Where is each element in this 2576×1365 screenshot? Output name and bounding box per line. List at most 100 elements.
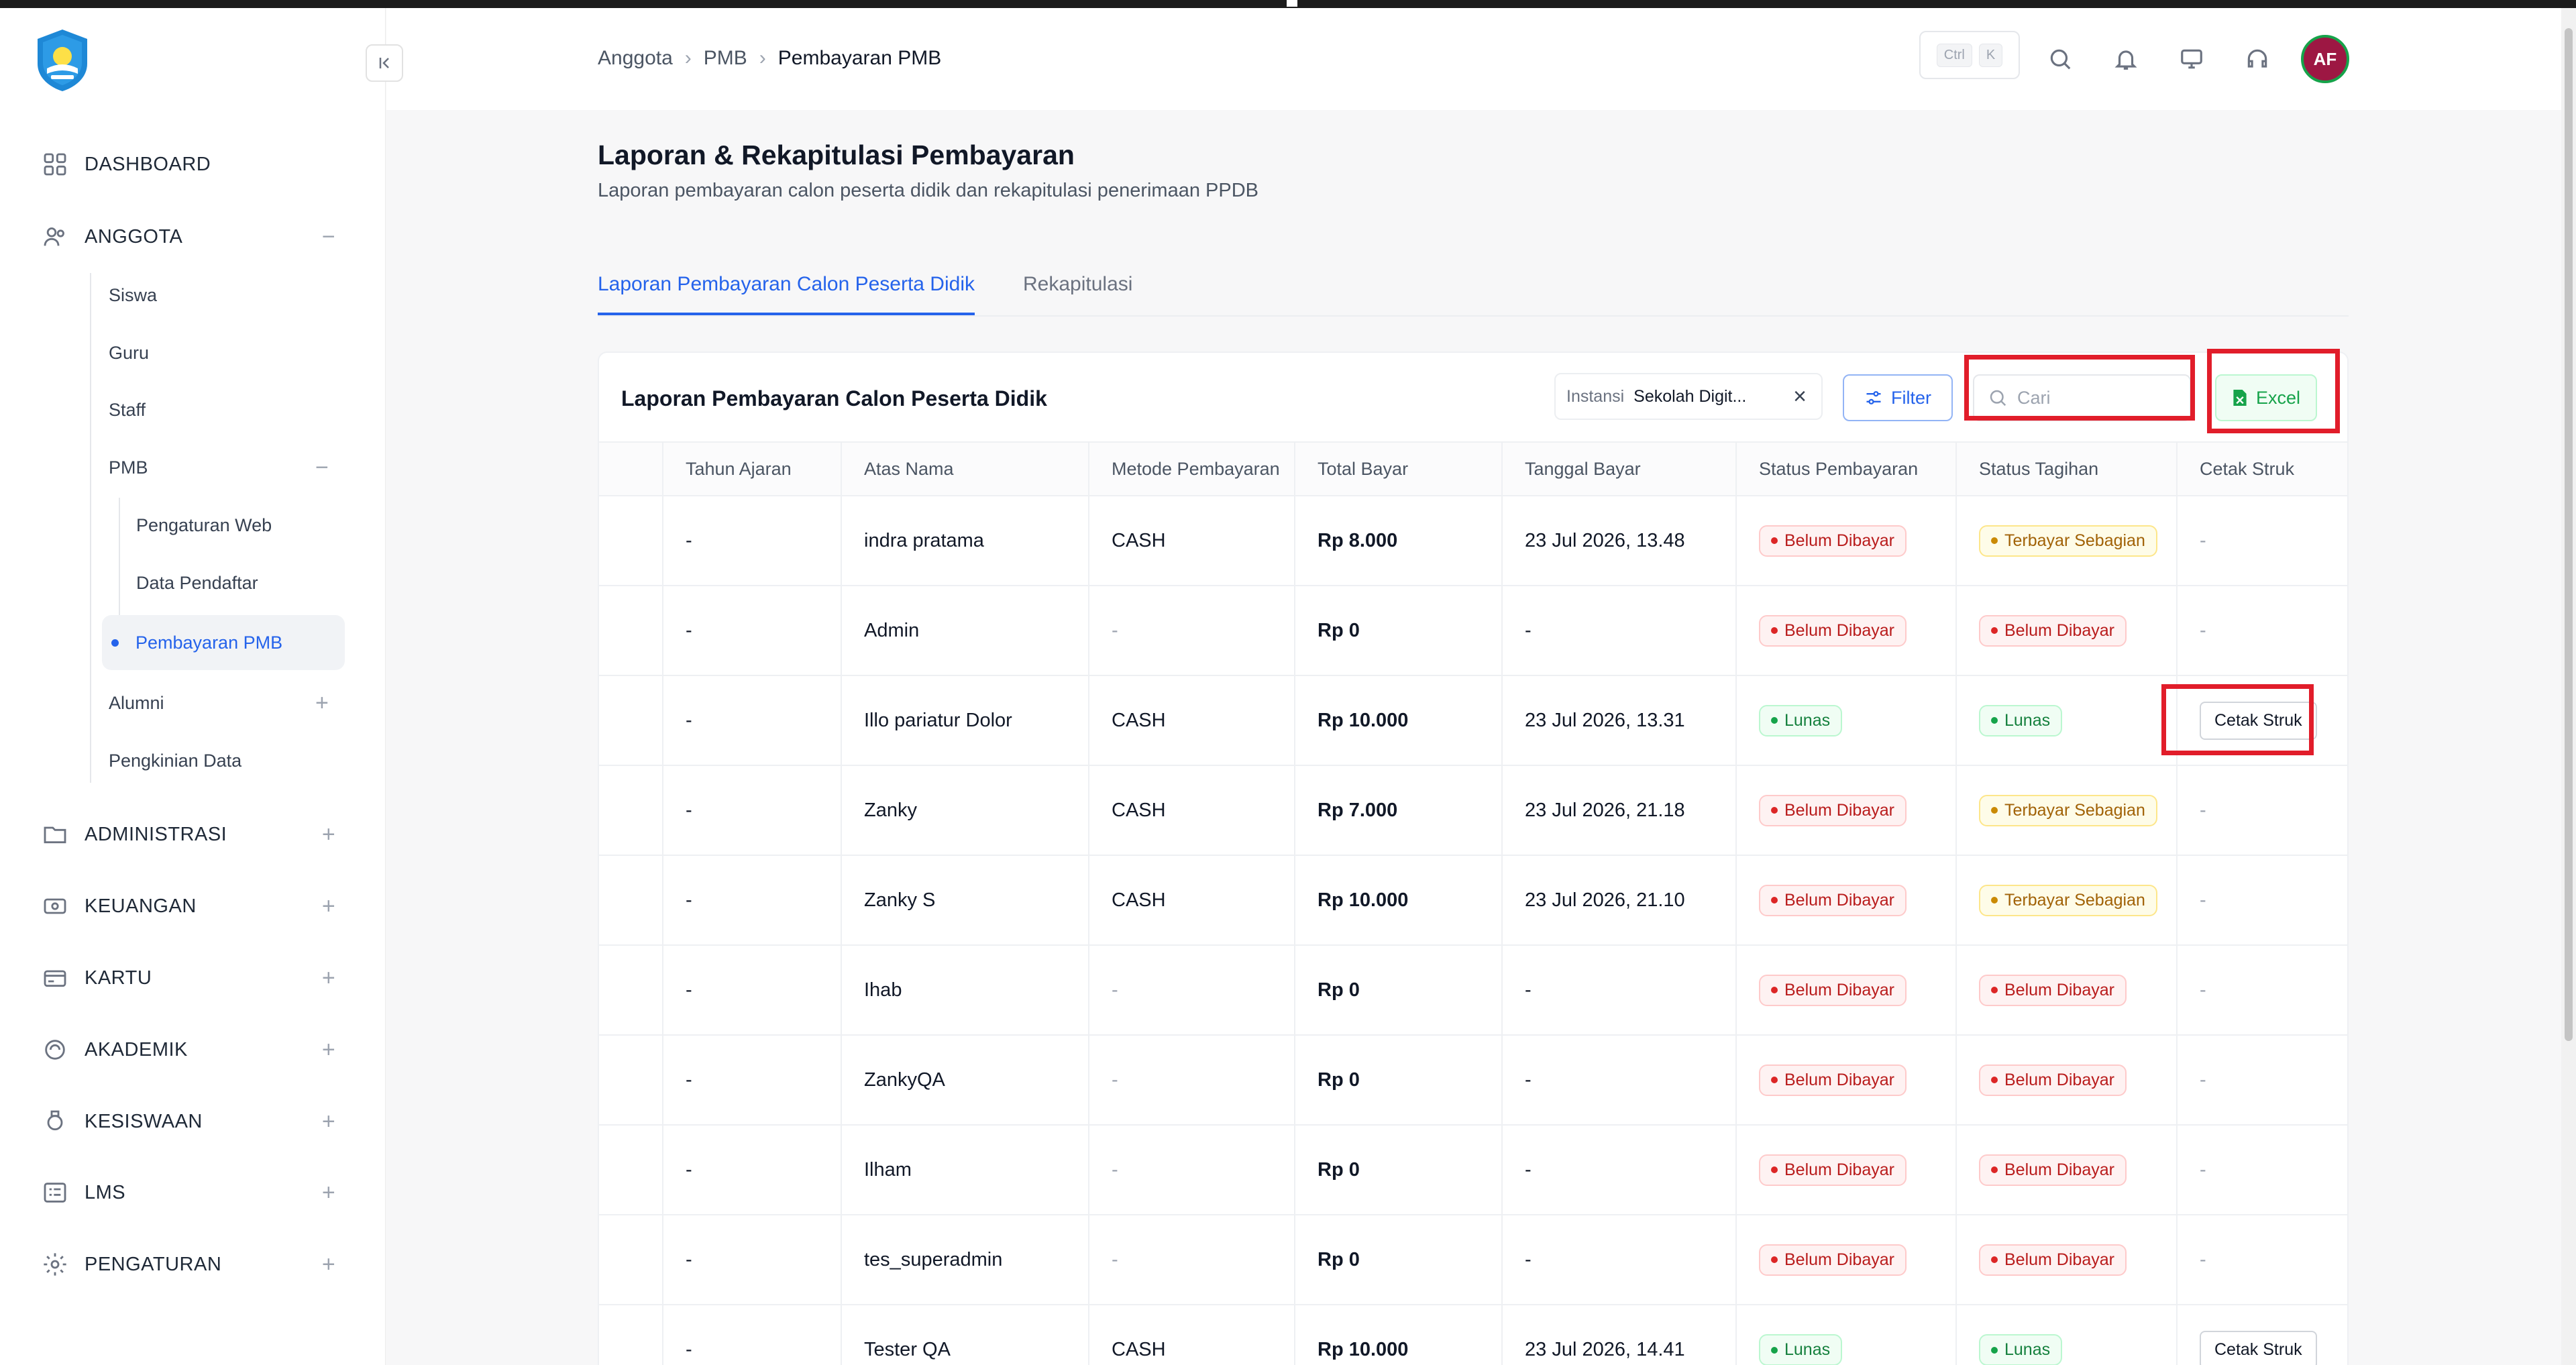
cell-nama: Tester QA	[841, 1304, 1089, 1365]
sidebar-item-siswa[interactable]: Siswa	[109, 276, 157, 314]
row-spacer-cell	[599, 585, 663, 675]
row-spacer-cell	[599, 1124, 663, 1215]
sidebar-item-keuangan[interactable]: KEUANGAN +	[40, 886, 342, 926]
expand-icon[interactable]: +	[315, 893, 342, 920]
breadcrumb-anggota[interactable]: Anggota	[598, 47, 673, 70]
sidebar-item-label: KESISWAAN	[85, 1110, 203, 1132]
cell-tanggal: 23 Jul 2026, 13.48	[1502, 495, 1737, 586]
page-scrollbar[interactable]	[2561, 8, 2576, 1365]
search-input[interactable]	[2017, 387, 2171, 408]
status-text: Terbayar Sebagian	[2004, 890, 2145, 910]
export-excel-button[interactable]: Excel	[2215, 374, 2317, 421]
table-row: - Zanky S CASH Rp 10.000 23 Jul 2026, 21.10 B…	[599, 855, 2347, 945]
column-header-status-bayar[interactable]: Status Pembayaran	[1736, 441, 1957, 496]
app-logo[interactable]	[32, 27, 93, 93]
breadcrumb-pmb[interactable]: PMB	[704, 47, 747, 70]
sidebar-item-pmb[interactable]: PMB	[109, 449, 148, 486]
column-header-nama[interactable]: Atas Nama	[841, 441, 1089, 496]
status-dot-icon	[1991, 627, 1998, 634]
cell-tanggal: 23 Jul 2026, 14.41	[1502, 1304, 1737, 1365]
expand-icon[interactable]: +	[315, 1108, 342, 1135]
cell-status-bayar: Belum Dibayar	[1736, 855, 1957, 945]
expand-icon[interactable]: +	[315, 1036, 342, 1063]
sidebar-item-data-pendaftar[interactable]: Data Pendaftar	[136, 564, 258, 602]
column-header-tahun[interactable]: Tahun Ajaran	[663, 441, 842, 496]
user-avatar[interactable]: AF	[2301, 35, 2349, 83]
row-spacer-cell	[599, 495, 663, 586]
sidebar-item-pengaturan[interactable]: PENGATURAN +	[40, 1244, 342, 1285]
row-spacer-cell	[599, 675, 663, 765]
search-icon[interactable]	[2045, 44, 2075, 74]
cell-metode: CASH	[1089, 1304, 1295, 1365]
payments-table: Tahun Ajaran Atas Nama Metode Pembayaran…	[599, 441, 2347, 1365]
tab-rekapitulasi[interactable]: Rekapitulasi	[1023, 273, 1132, 315]
kbd-k: K	[1978, 43, 2003, 67]
sidebar-item-dashboard[interactable]: DASHBOARD	[40, 144, 342, 184]
status-badge: Belum Dibayar	[1759, 1064, 1907, 1096]
sidebar-item-kartu[interactable]: KARTU +	[40, 958, 342, 998]
expand-icon[interactable]: +	[315, 1179, 342, 1206]
cell-metode: -	[1089, 944, 1295, 1035]
sidebar-item-administrasi[interactable]: ADMINISTRASI +	[40, 814, 342, 855]
sidebar-item-guru[interactable]: Guru	[109, 334, 149, 372]
sidebar-item-alumni[interactable]: Alumni	[109, 684, 164, 722]
cell-total: Rp 0	[1295, 1034, 1503, 1125]
pmb-collapse-icon[interactable]: −	[315, 449, 329, 486]
expand-icon[interactable]: +	[315, 965, 342, 991]
chevron-right-icon: ›	[759, 47, 766, 69]
sidebar-item-lms[interactable]: LMS +	[40, 1172, 342, 1213]
status-dot-icon	[1991, 717, 1998, 724]
column-header-status-tagihan[interactable]: Status Tagihan	[1956, 441, 2178, 496]
cetak-struk-button[interactable]: Cetak Struk	[2200, 1331, 2317, 1365]
monitor-icon[interactable]	[2177, 44, 2206, 74]
sidebar: DASHBOARD ANGGOTA − ADMINISTRASI + KEUANGAN + K…	[0, 8, 386, 1365]
cell-total: Rp 0	[1295, 1124, 1503, 1215]
cell-total: Rp 10.000	[1295, 1304, 1503, 1365]
collapse-icon[interactable]: −	[315, 223, 342, 250]
column-header-total[interactable]: Total Bayar	[1295, 441, 1503, 496]
cell-nama: Admin	[841, 585, 1089, 675]
status-dot-icon	[1991, 1346, 1998, 1354]
sidebar-item-anggota[interactable]: ANGGOTA −	[40, 217, 342, 257]
alumni-expand-icon[interactable]: +	[315, 684, 329, 722]
expand-icon[interactable]: +	[315, 821, 342, 848]
headset-icon[interactable]	[2243, 44, 2272, 74]
status-text: Belum Dibayar	[1784, 1160, 1894, 1179]
sidebar-item-staff[interactable]: Staff	[109, 391, 146, 429]
status-badge: Belum Dibayar	[1979, 1064, 2127, 1096]
cetak-struk-button[interactable]: Cetak Struk	[2200, 701, 2317, 740]
filter-button[interactable]: Filter	[1843, 374, 1953, 421]
cell-status-tagihan: Terbayar Sebagian	[1956, 495, 2178, 586]
status-badge: Lunas	[1979, 1334, 2063, 1365]
sidebar-item-kesiswaan[interactable]: KESISWAAN +	[40, 1101, 342, 1142]
cell-total: Rp 7.000	[1295, 765, 1503, 855]
sidebar-item-pembayaran-pmb[interactable]: Pembayaran PMB	[102, 615, 345, 670]
command-palette-shortcut[interactable]: Ctrl K	[1919, 31, 2020, 79]
status-text: Lunas	[2004, 710, 2051, 730]
sidebar-item-pengkinian-data[interactable]: Pengkinian Data	[109, 742, 241, 779]
collapse-sidebar-button[interactable]	[366, 44, 403, 82]
sidebar-item-akademik[interactable]: AKADEMIK +	[40, 1030, 342, 1070]
column-header-metode[interactable]: Metode Pembayaran	[1089, 441, 1295, 496]
search-field[interactable]	[1973, 374, 2191, 421]
cell-nama: Zanky	[841, 765, 1089, 855]
cell-status-tagihan: Lunas	[1956, 1304, 2178, 1365]
cell-status-bayar: Belum Dibayar	[1736, 1034, 1957, 1125]
cell-tahun: -	[663, 585, 842, 675]
column-header-tanggal[interactable]: Tanggal Bayar	[1502, 441, 1737, 496]
status-badge: Terbayar Sebagian	[1979, 525, 2157, 557]
tab-laporan[interactable]: Laporan Pembayaran Calon Peserta Didik	[598, 273, 975, 315]
cell-status-bayar: Lunas	[1736, 1304, 1957, 1365]
status-text: Terbayar Sebagian	[2004, 800, 2145, 820]
close-icon[interactable]: ×	[1793, 385, 1807, 408]
scrollbar-thumb[interactable]	[2565, 28, 2573, 1041]
bell-icon[interactable]	[2111, 44, 2141, 74]
expand-icon[interactable]: +	[315, 1251, 342, 1278]
instansi-filter-chip[interactable]: Instansi Sekolah Digit... ×	[1554, 373, 1823, 420]
status-badge: Lunas	[1759, 1334, 1843, 1365]
status-badge: Belum Dibayar	[1979, 974, 2127, 1006]
cell-status-tagihan: Belum Dibayar	[1956, 585, 2178, 675]
sliders-icon	[1866, 391, 1881, 404]
table-row: - ZankyQA - Rp 0- Belum Dibayar Belum Dibayar…	[599, 1034, 2347, 1125]
sidebar-item-pengaturan-web[interactable]: Pengaturan Web	[136, 506, 272, 544]
